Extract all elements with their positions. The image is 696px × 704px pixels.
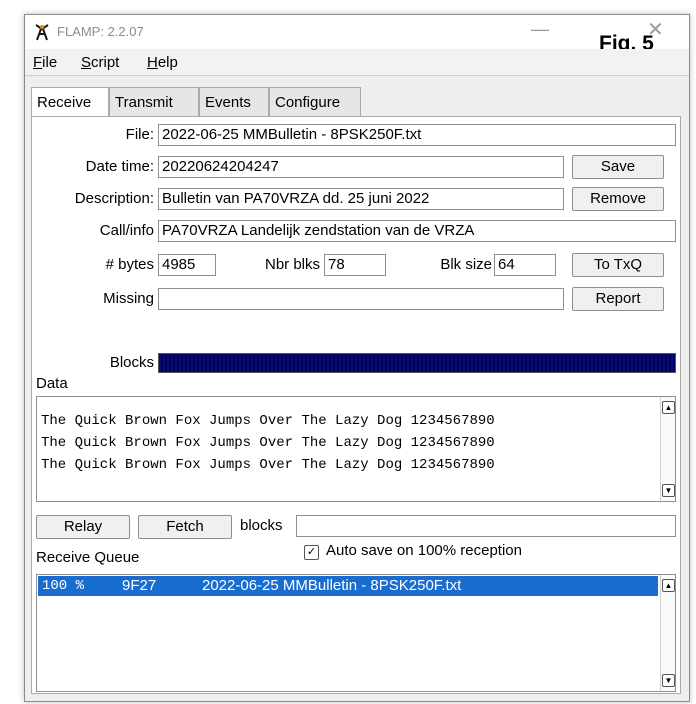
queue-scrollbar[interactable]: ▲ ▼ [660, 575, 675, 691]
blocks-progress-bar [158, 353, 676, 373]
table-row[interactable]: 100 % 9F27 2022-06-25 MMBulletin - 8PSK2… [38, 576, 658, 596]
chevron-up-icon[interactable]: ▲ [662, 401, 675, 414]
nbr-blks-field[interactable]: 78 [324, 254, 386, 276]
bytes-field[interactable]: 4985 [158, 254, 216, 276]
datetime-label: Date time: [85, 158, 154, 175]
data-line: The Quick Brown Fox Jumps Over The Lazy … [41, 457, 495, 473]
nbr-blks-label: Nbr blks [264, 256, 320, 273]
to-txq-button[interactable]: To TxQ [572, 253, 664, 277]
missing-label: Missing [103, 290, 154, 307]
blocks-label: Blocks [109, 354, 154, 371]
file-field[interactable]: 2022-06-25 MMBulletin - 8PSK250F.txt [158, 124, 676, 146]
data-line: The Quick Brown Fox Jumps Over The Lazy … [41, 435, 495, 451]
chevron-down-icon[interactable]: ▼ [662, 674, 675, 687]
autosave-checkbox[interactable]: ✓ [304, 545, 319, 560]
menu-help[interactable]: Help [147, 54, 178, 71]
callinfo-field[interactable]: PA70VRZA Landelijk zendstation van de VR… [158, 220, 676, 242]
receive-queue-label: Receive Queue [36, 549, 140, 566]
tab-transmit[interactable]: Transmit [109, 87, 199, 117]
data-text-area[interactable]: The Quick Brown Fox Jumps Over The Lazy … [36, 396, 676, 502]
menu-bar: File Script Help [25, 49, 689, 76]
missing-field[interactable] [158, 288, 564, 310]
queue-percent: 100 % [42, 578, 85, 594]
queue-filename: 2022-06-25 MMBulletin - 8PSK250F.txt [202, 577, 462, 594]
flamp-window: FLAMP: 2.2.07 — ✕ Fig. 5 File Script Hel… [24, 14, 690, 702]
data-scrollbar[interactable]: ▲ ▼ [660, 397, 675, 501]
title-bar[interactable]: FLAMP: 2.2.07 — ✕ Fig. 5 [25, 15, 689, 55]
chevron-up-icon[interactable]: ▲ [662, 579, 675, 592]
blocks-field[interactable] [296, 515, 676, 537]
datetime-field[interactable]: 20220624204247 [158, 156, 564, 178]
blk-size-field[interactable]: 64 [494, 254, 556, 276]
save-button[interactable]: Save [572, 155, 664, 179]
autosave-label: Auto save on 100% reception [326, 542, 522, 559]
report-button[interactable]: Report [572, 287, 664, 311]
relay-button[interactable]: Relay [36, 515, 130, 539]
tab-configure[interactable]: Configure [269, 87, 361, 117]
description-field[interactable]: Bulletin van PA70VRZA dd. 25 juni 2022 [158, 188, 564, 210]
menu-script[interactable]: Script [81, 54, 119, 71]
callinfo-label: Call/info [99, 222, 154, 239]
description-label: Description: [74, 190, 154, 207]
receive-panel: File: 2022-06-25 MMBulletin - 8PSK250F.t… [31, 116, 681, 694]
menu-file[interactable]: File [33, 54, 57, 71]
data-label: Data [36, 375, 68, 392]
bytes-label: # bytes [105, 256, 154, 273]
blocks-field-label: blocks [240, 517, 283, 534]
tab-receive[interactable]: Receive [31, 87, 109, 119]
antenna-tower-icon [35, 24, 49, 41]
chevron-down-icon[interactable]: ▼ [662, 484, 675, 497]
minimize-button[interactable]: — [531, 19, 549, 40]
queue-id: 9F27 [122, 577, 157, 594]
receive-queue-list[interactable]: 100 % 9F27 2022-06-25 MMBulletin - 8PSK2… [36, 574, 676, 692]
fetch-button[interactable]: Fetch [138, 515, 232, 539]
window-title: FLAMP: 2.2.07 [57, 24, 144, 39]
blk-size-label: Blk size [440, 256, 492, 273]
remove-button[interactable]: Remove [572, 187, 664, 211]
data-line: The Quick Brown Fox Jumps Over The Lazy … [41, 413, 495, 429]
file-label: File: [125, 126, 154, 143]
tab-events[interactable]: Events [199, 87, 269, 117]
